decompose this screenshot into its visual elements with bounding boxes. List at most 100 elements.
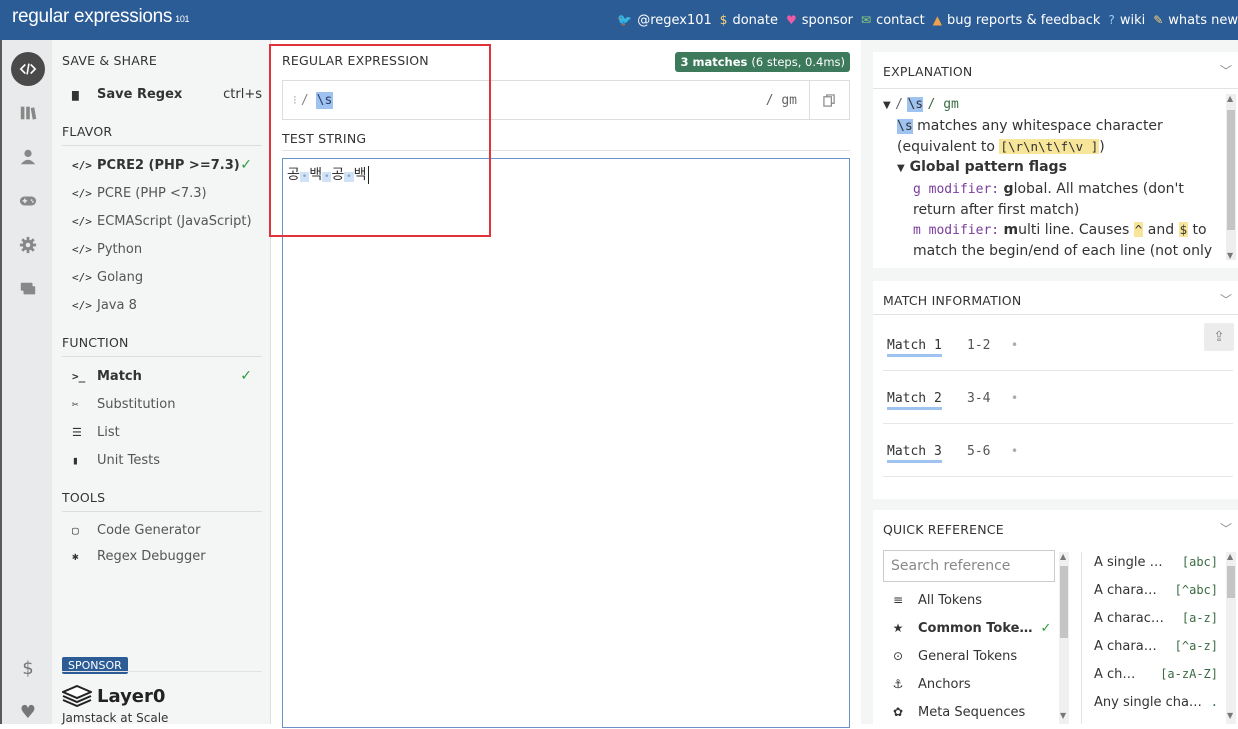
match-stats: (6 steps, 0.4ms) (751, 55, 845, 69)
scroll-down-icon[interactable]: ▼ (1060, 711, 1066, 720)
categories-scrollbar[interactable]: ▲ ▼ (1059, 552, 1069, 724)
header-link-whats[interactable]: ✎ whats new (1153, 13, 1238, 28)
token-row[interactable]: A charac… [a-z] (1094, 611, 1218, 631)
library-icon[interactable] (11, 96, 45, 130)
scroll-down-icon[interactable]: ▼ (1227, 251, 1233, 260)
scroll-up-icon[interactable]: ▲ (1227, 552, 1233, 561)
token-row[interactable]: A single … [abc] (1094, 555, 1218, 575)
regex-delimiter: / (300, 92, 309, 108)
header-link-contact[interactable]: ✉ contact (861, 13, 925, 28)
chevron-down-icon[interactable]: ﹀ (1220, 520, 1232, 537)
list-icon: ☰ (72, 425, 82, 439)
gamepad-icon[interactable] (11, 184, 45, 218)
header-link-sponsor[interactable]: ♥ sponsor (786, 13, 853, 28)
function-item-substitution[interactable]: ✂ Substitution (72, 393, 262, 415)
flavor-item-golang[interactable]: </> Golang (72, 266, 262, 288)
tools-heading: TOOLS (62, 490, 262, 512)
save-regex-button[interactable]: ▆ Save Regex ctrl+s (72, 83, 262, 105)
category-anchors[interactable]: ⚓ Anchors (891, 674, 1066, 694)
tools-item-code-generator[interactable]: ▢ Code Generator (72, 519, 262, 541)
header-link-bug[interactable]: ▲ bug reports & feedback (933, 13, 1101, 28)
tools-item-regex-debugger[interactable]: ✱ Regex Debugger (72, 545, 262, 567)
flavor-item-pcre-php-7-3-[interactable]: </> PCRE (PHP <7.3) (72, 182, 262, 204)
scroll-down-icon[interactable]: ▼ (1227, 711, 1233, 720)
chevron-down-icon[interactable]: ﹀ (1220, 62, 1232, 79)
caret-token: ^ (1133, 222, 1144, 237)
bug-icon: ✱ (72, 549, 79, 563)
copy-icon[interactable] (809, 81, 849, 119)
token-name: \s (897, 119, 913, 134)
token-row[interactable]: A ch… [a-zA-Z] (1094, 667, 1218, 687)
regex-input[interactable]: ⁝ / \s / gm (282, 80, 850, 120)
whitespace-match: • (322, 172, 332, 182)
match-row[interactable]: Match 2 3-4 • (883, 371, 1233, 424)
explanation-scrollbar[interactable]: ▲ ▼ (1226, 94, 1236, 260)
test-string-input[interactable]: 공 • 백 • 공 • 백 (282, 158, 850, 728)
token-code: [^a-z] (1174, 639, 1218, 653)
code-icon: </> (72, 186, 92, 200)
category-label: Meta Sequences (918, 704, 1026, 720)
sponsor-logo[interactable]: Layer0 (62, 685, 165, 707)
chevron-down-icon[interactable]: ﹀ (1220, 291, 1232, 308)
scroll-thumb[interactable] (1227, 110, 1235, 230)
flavor-item-java-8[interactable]: </> Java 8 (72, 294, 262, 316)
token-row[interactable]: Any single cha…. (1094, 695, 1218, 715)
flags-node[interactable]: ▼ Global pattern flags (883, 157, 1213, 179)
scroll-thumb[interactable] (1060, 566, 1068, 638)
category-general-tokens[interactable]: ⊙ General Tokens (891, 646, 1066, 666)
code-icon: </> (72, 298, 92, 312)
token-row[interactable]: A chara… [^a-z] (1094, 639, 1218, 659)
flavor-item-pcre2-php-7-3-[interactable]: </> PCRE2 (PHP >=7.3) ✓ (72, 154, 262, 176)
flavor-item-python[interactable]: </> Python (72, 238, 262, 260)
regex-flags[interactable]: / gm (766, 93, 797, 108)
category-meta-sequences[interactable]: ✿ Meta Sequences (891, 702, 1066, 722)
header-link-regex101[interactable]: 🐦 @regex101 (617, 13, 712, 28)
drag-grip-icon[interactable]: ⁝ (293, 93, 297, 107)
circle-dot-icon: ⊙ (892, 649, 904, 663)
token-code: [abc] (1181, 555, 1218, 569)
match-row[interactable]: Match 3 5-6 • (883, 424, 1233, 477)
header-link-label: contact (876, 12, 925, 28)
flavor-item-ecmascript-javascript-[interactable]: </> ECMAScript (JavaScript) (72, 210, 262, 232)
scroll-thumb[interactable] (1227, 566, 1235, 598)
check-icon: ✓ (1040, 620, 1052, 636)
header-link-donate[interactable]: $ donate (720, 13, 778, 28)
test-char: 공 (287, 167, 300, 183)
donate-icon[interactable]: $ (11, 651, 45, 685)
function-item-list[interactable]: ☰ List (72, 421, 262, 443)
function-item-match[interactable]: >_ Match ✓ (72, 365, 262, 387)
header-link-wiki[interactable]: ? wiki (1108, 13, 1145, 28)
function-item-unit-tests[interactable]: ▮ Unit Tests (72, 449, 262, 471)
tree-slash: / (895, 97, 903, 112)
search-reference-input[interactable]: Search reference (883, 550, 1055, 582)
editor-icon[interactable] (11, 52, 45, 86)
category-common-toke-[interactable]: ★ Common Toke… ✓ (891, 618, 1066, 638)
explanation-tree-root[interactable]: ▼ / \s / gm (883, 94, 1213, 116)
layers-icon: ≡ (892, 593, 904, 607)
match-row[interactable]: Match 1 1-2 • (883, 318, 1233, 371)
top-bar: regular expressions 101 🐦 @regex101 $ donate… (0, 0, 1238, 40)
regex-pattern[interactable]: \s (315, 91, 334, 109)
m-letter: m (1003, 222, 1019, 238)
settings-icon[interactable] (11, 228, 45, 262)
whats-new-icon: ✎ (1153, 13, 1164, 27)
save-regex-label: Save Regex (97, 86, 183, 102)
sponsor-name: Layer0 (97, 685, 166, 707)
token-row[interactable]: A chara… [^abc] (1094, 583, 1218, 603)
anchor-icon: ⚓ (892, 677, 904, 691)
logo-text: regular expressions (12, 6, 173, 27)
header-link-label: donate (732, 12, 778, 28)
tokens-scrollbar[interactable]: ▲ ▼ (1226, 552, 1236, 724)
dollar-token: $ (1178, 222, 1189, 237)
explanation-divider (873, 88, 1238, 89)
flavor-item-label: PCRE (PHP <7.3) (97, 185, 207, 201)
token-desc: A single … (1094, 555, 1163, 570)
site-logo[interactable]: regular expressions 101 (12, 6, 190, 28)
user-icon[interactable] (11, 140, 45, 174)
scroll-up-icon[interactable]: ▲ (1227, 94, 1233, 103)
chat-icon[interactable] (11, 272, 45, 306)
category-label: All Tokens (918, 592, 983, 608)
wiki-icon: ? (1108, 13, 1115, 27)
scroll-up-icon[interactable]: ▲ (1060, 552, 1066, 561)
category-all-tokens[interactable]: ≡ All Tokens (891, 590, 1066, 610)
